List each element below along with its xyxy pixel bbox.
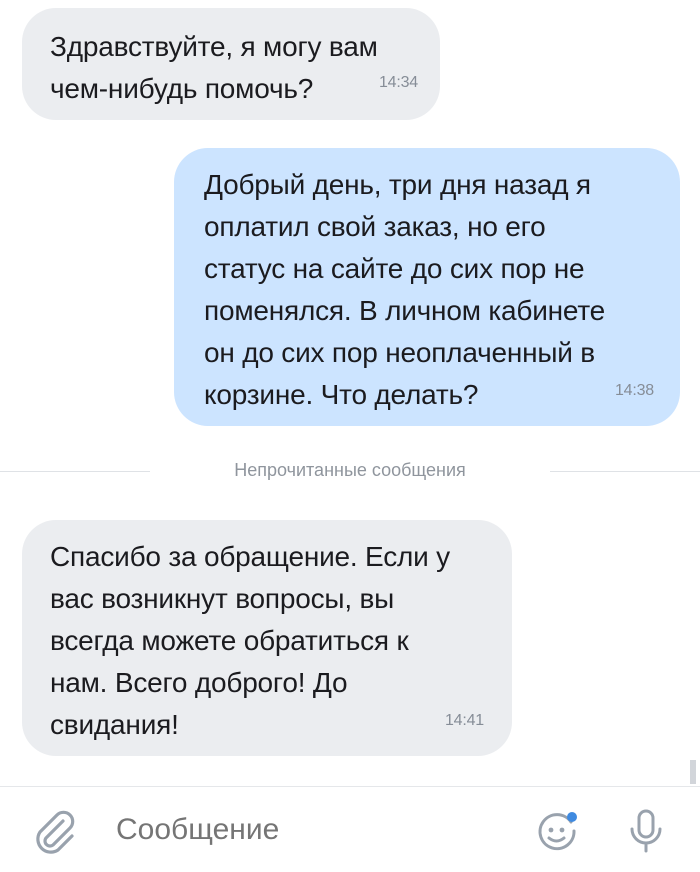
message-bubble-incoming[interactable]: Здравствуйте, я могу вам чем-нибудь помо…: [22, 8, 440, 120]
message-text: Спасибо за обращение. Если у вас возникн…: [50, 541, 450, 740]
message-text: Добрый день, три дня назад я оплатил сво…: [204, 169, 606, 410]
paperclip-icon[interactable]: [32, 809, 78, 855]
notification-dot: [567, 812, 577, 822]
unread-divider: Непрочитанные сообщения: [0, 456, 700, 486]
message-text: Здравствуйте, я могу вам чем-нибудь помо…: [50, 31, 378, 104]
message-bubble-outgoing[interactable]: Добрый день, три дня назад я оплатил сво…: [174, 148, 680, 426]
message-time: 14:41: [444, 712, 484, 729]
chat-window: Здравствуйте, я могу вам чем-нибудь помо…: [0, 0, 700, 872]
message-input[interactable]: [116, 813, 496, 847]
message-time: 14:38: [614, 382, 654, 399]
scrollbar-thumb[interactable]: [690, 760, 696, 784]
emoji-icon[interactable]: [534, 809, 580, 855]
message-bubble-incoming[interactable]: Спасибо за обращение. Если у вас возникн…: [22, 520, 512, 756]
divider-line: [550, 471, 700, 472]
message-time: 14:34: [378, 74, 418, 91]
message-composer: [0, 786, 700, 872]
microphone-icon[interactable]: [626, 807, 666, 857]
